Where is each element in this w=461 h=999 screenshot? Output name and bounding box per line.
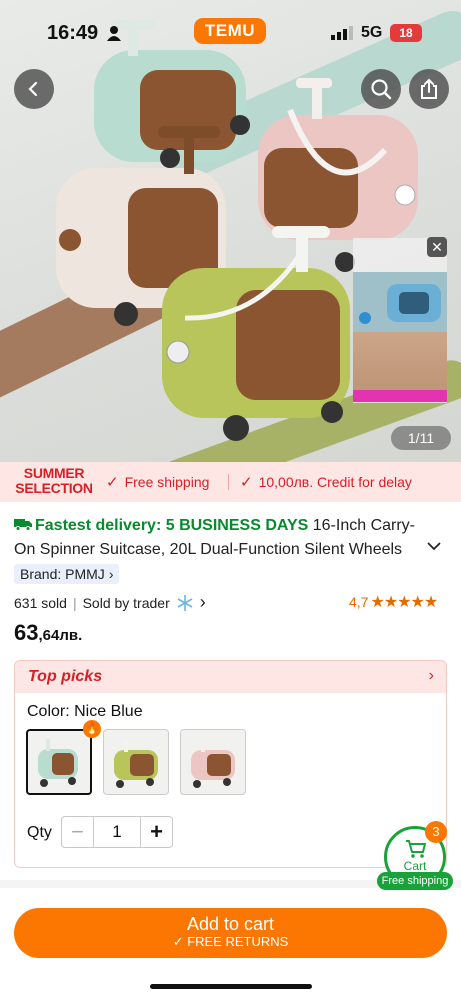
- divider: [228, 474, 229, 490]
- product-image-gallery[interactable]: 16:49 5G 18 TEMU ✕ 1/11: [0, 0, 461, 462]
- cart-label: Cart: [403, 859, 427, 873]
- search-icon: [371, 79, 392, 100]
- sales-seller-row[interactable]: 631 sold | Sold by trader ›: [14, 592, 206, 613]
- top-picks-panel: Top picks › Color: Nice Blue 🔥 Qty − 1 +: [14, 660, 447, 868]
- chevron-right-icon: ›: [199, 592, 206, 612]
- video-preview-thumbnail[interactable]: [353, 238, 447, 403]
- credit-delay-info: ✓ 10,00лв. Credit for delay: [240, 473, 412, 491]
- delivery-estimate: Fastest delivery: 5 BUSINESS DAYS: [35, 517, 309, 534]
- suitcase-thumbnail: [38, 739, 78, 787]
- suitcase-thumbnail: [114, 740, 158, 788]
- free-shipping-label: Free shipping: [124, 474, 210, 490]
- summer-selection-badge: SUMMER SELECTION: [13, 466, 95, 496]
- cart-icon: [406, 840, 426, 858]
- battery-level: 18: [390, 24, 422, 42]
- person-icon: [107, 26, 121, 41]
- color-label: Color: Nice Blue: [27, 703, 143, 720]
- brand-label: Brand: PMMJ: [20, 566, 105, 582]
- temu-logo: TEMU: [194, 18, 266, 44]
- seller-label: Sold by trader: [82, 594, 170, 611]
- chevron-right-icon: ›: [108, 566, 114, 582]
- color-swatch-green[interactable]: [103, 729, 169, 795]
- sold-count: 631 sold: [14, 594, 67, 611]
- chevron-down-icon[interactable]: [426, 540, 442, 552]
- network-type: 5G: [361, 24, 383, 41]
- quantity-value[interactable]: 1: [94, 817, 140, 847]
- cart-free-shipping-badge: Free shipping: [377, 872, 453, 890]
- home-indicator: [150, 984, 312, 989]
- cart-count-badge: 3: [425, 821, 447, 843]
- clock: 16:49: [47, 22, 99, 44]
- quantity-stepper: − 1 +: [61, 816, 173, 848]
- price-integer: 63: [14, 620, 39, 645]
- price-decimal: ,64лв.: [38, 627, 83, 644]
- quantity-label: Qty: [27, 824, 52, 841]
- free-shipping-info: ✓ Free shipping: [106, 473, 209, 491]
- star-icons: ★★★★★: [370, 594, 438, 611]
- suitcase-thumbnail: [191, 740, 235, 788]
- signal-icon: [331, 26, 353, 40]
- check-icon: ✓: [240, 474, 253, 491]
- chevron-right-icon: ›: [428, 667, 434, 684]
- search-button[interactable]: [361, 69, 401, 109]
- share-icon: [421, 78, 437, 99]
- rating[interactable]: 4,7 ★★★★★: [349, 592, 438, 612]
- snowflake-icon: [177, 594, 193, 611]
- separator: |: [72, 594, 77, 611]
- top-picks-title: Top picks: [28, 668, 103, 685]
- price: 63,64лв.: [14, 620, 82, 646]
- rating-value: 4,7: [349, 594, 369, 610]
- truck-icon: [14, 519, 32, 531]
- video-preview-image: [353, 272, 447, 402]
- free-returns-label: ✓ FREE RETURNS: [172, 934, 289, 949]
- credit-label: 10,00лв. Credit for delay: [258, 474, 412, 490]
- badge-line2: SELECTION: [15, 480, 93, 496]
- promo-banner: SUMMER SELECTION ✓ Free shipping ✓ 10,00…: [0, 462, 461, 502]
- fire-icon: 🔥: [83, 720, 101, 738]
- share-button[interactable]: [409, 69, 449, 109]
- add-to-cart-button[interactable]: Add to cart ✓ FREE RETURNS: [14, 908, 447, 958]
- color-swatch-blue[interactable]: [26, 729, 92, 795]
- check-icon: ✓: [106, 474, 119, 491]
- brand-tag[interactable]: Brand: PMMJ ›: [14, 564, 120, 584]
- image-pager: 1/11: [391, 426, 451, 450]
- top-picks-header[interactable]: Top picks ›: [15, 661, 446, 693]
- product-title[interactable]: Fastest delivery: 5 BUSINESS DAYS 16-Inc…: [14, 514, 434, 562]
- close-preview-button[interactable]: ✕: [427, 237, 447, 257]
- add-to-cart-label: Add to cart: [186, 914, 275, 934]
- back-button[interactable]: [14, 69, 54, 109]
- badge-line1: SUMMER: [23, 465, 85, 481]
- decrease-quantity-button[interactable]: −: [62, 817, 94, 847]
- color-swatch-pink[interactable]: [180, 729, 246, 795]
- chevron-left-icon: [28, 81, 38, 97]
- increase-quantity-button[interactable]: +: [140, 817, 172, 847]
